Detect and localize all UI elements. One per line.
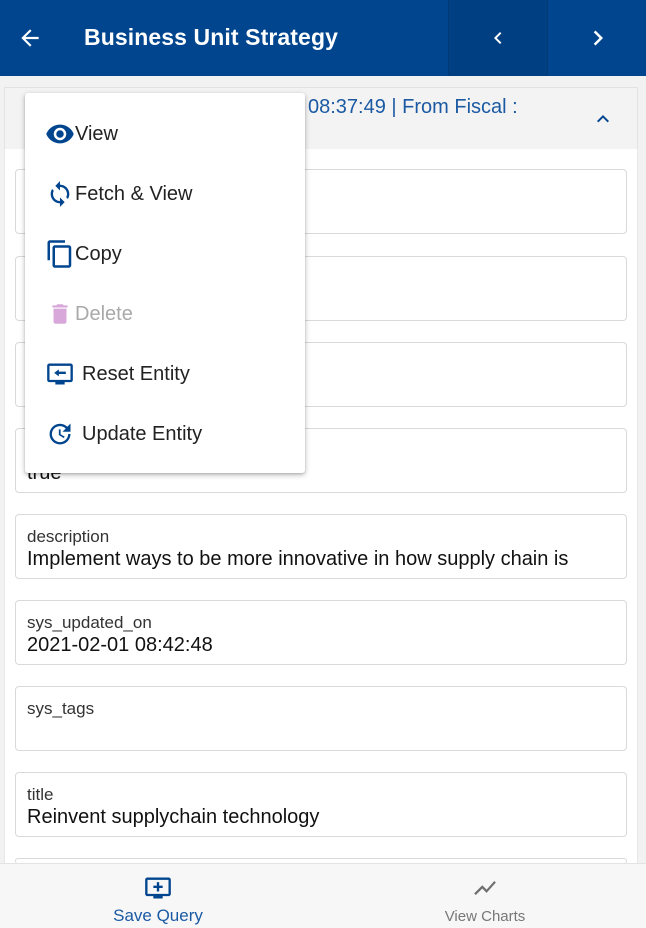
menu-item-label: View xyxy=(75,123,118,145)
actions-menu: View Fetch & View Copy Delete Reset Enti… xyxy=(25,93,305,473)
page-title: Business Unit Strategy xyxy=(84,24,338,50)
previous-record-button[interactable] xyxy=(448,0,548,76)
field-title[interactable]: title Reinvent supplychain technology xyxy=(15,772,627,837)
menu-item-label: Update Entity xyxy=(82,423,203,445)
field-label: sys_updated_on xyxy=(27,613,152,632)
field-sys-tags[interactable]: sys_tags xyxy=(15,686,627,751)
field-sys-updated-on[interactable]: sys_updated_on 2021-02-01 08:42:48 xyxy=(15,600,627,665)
update-entity-icon xyxy=(45,418,75,450)
back-button[interactable] xyxy=(10,18,50,58)
view-charts-button[interactable]: View Charts xyxy=(425,864,545,928)
arrow-left-icon xyxy=(21,29,39,47)
view-charts-label: View Charts xyxy=(444,908,526,925)
add-to-queue-icon xyxy=(142,874,174,902)
refresh-icon xyxy=(45,178,75,210)
menu-item-label: Copy xyxy=(75,243,122,265)
save-query-button[interactable]: Save Query xyxy=(98,864,218,928)
menu-item-view[interactable]: View xyxy=(25,104,305,164)
app-bar: Business Unit Strategy xyxy=(0,0,646,76)
menu-item-label: Reset Entity xyxy=(82,363,190,385)
field-value: Implement ways to be more innovative in … xyxy=(27,548,569,570)
menu-item-fetch-view[interactable]: Fetch & View xyxy=(25,164,305,224)
next-record-button[interactable] xyxy=(549,0,646,76)
menu-item-label: Delete xyxy=(75,303,133,325)
field-label: title xyxy=(27,785,54,804)
menu-item-delete[interactable]: Delete xyxy=(25,284,305,344)
screen: Business Unit Strategy 08:37:49 | From F… xyxy=(0,0,646,928)
menu-item-copy[interactable]: Copy xyxy=(25,224,305,284)
line-chart-icon xyxy=(470,874,500,902)
menu-item-label: Fetch & View xyxy=(75,183,193,205)
menu-item-reset-entity[interactable]: Reset Entity xyxy=(25,344,305,404)
menu-item-update-entity[interactable]: Update Entity xyxy=(25,404,305,464)
collapse-button[interactable] xyxy=(586,104,620,134)
eye-icon xyxy=(45,118,75,150)
trash-icon xyxy=(45,298,75,330)
chevron-left-icon xyxy=(494,32,502,44)
field-value: Reinvent supplychain technology xyxy=(27,806,320,828)
bottom-bar: Save Query View Charts xyxy=(0,863,646,928)
record-header-text: 08:37:49 | From Fiscal : xyxy=(308,96,518,118)
chevron-up-icon xyxy=(597,115,609,123)
reset-entity-icon xyxy=(45,358,75,390)
field-label: sys_tags xyxy=(27,699,95,718)
copy-icon xyxy=(45,238,75,270)
save-query-label: Save Query xyxy=(113,906,203,925)
field-value: 2021-02-01 08:42:48 xyxy=(27,634,213,656)
chevron-right-icon xyxy=(593,30,603,46)
field-description[interactable]: description Implement ways to be more in… xyxy=(15,514,627,579)
field-label: description xyxy=(27,527,110,546)
